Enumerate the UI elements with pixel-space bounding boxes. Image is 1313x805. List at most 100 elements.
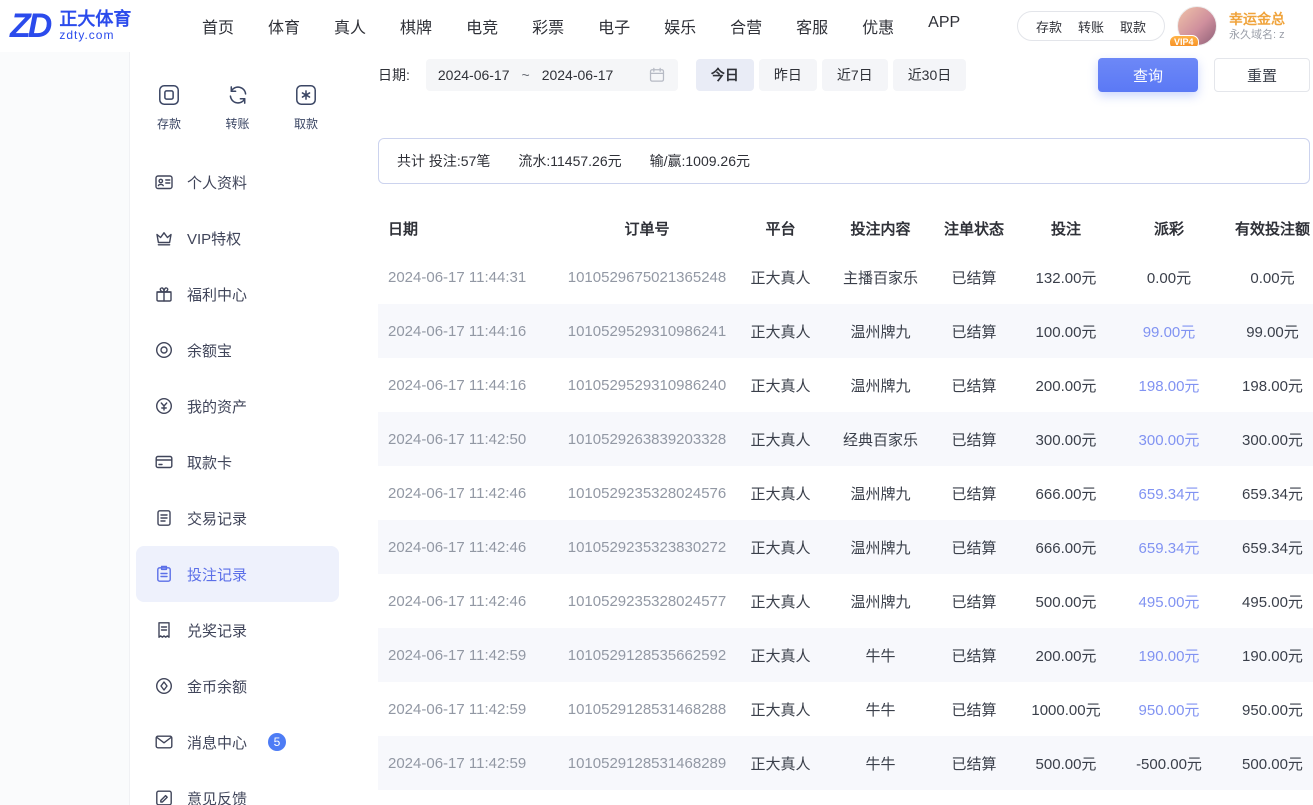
cell-bet-amount: 200.00元 (1015, 628, 1117, 682)
cell-status: 已结算 (933, 358, 1015, 412)
cell-order-number: 1010529235328024576 (561, 466, 733, 520)
cell-platform: 正大真人 (733, 250, 828, 304)
table-row: 2024-06-17 11:42:59 1010529128531468288 … (378, 682, 1313, 736)
nav-item-3[interactable]: 棋牌 (400, 14, 432, 38)
summary-part-1: 流水:11457.26元 (518, 151, 621, 171)
date-to-value: 2024-06-17 (542, 67, 614, 83)
crown-icon (154, 228, 174, 248)
sidebar-item-3[interactable]: 余额宝 (136, 322, 339, 378)
cell-platform: 正大真人 (733, 466, 828, 520)
cell-order-number: 1010529675021365248 (561, 250, 733, 304)
sidebar-item-0[interactable]: 个人资料 (136, 154, 339, 210)
sidebar-item-9[interactable]: 金币余额 (136, 658, 339, 714)
quick-action-label: 存款 (157, 115, 181, 132)
avatar[interactable]: VIP4 (1177, 6, 1217, 46)
range-button-1[interactable]: 昨日 (759, 59, 817, 91)
cell-valid-bet: 198.00元 (1221, 358, 1313, 412)
quick-action-2[interactable]: 取款 (293, 82, 319, 132)
cell-platform: 正大真人 (733, 736, 828, 790)
nav-item-6[interactable]: 电子 (598, 14, 630, 38)
cell-bet-content: 温州牌九 (828, 574, 933, 628)
table-row: 2024-06-17 11:42:59 1010529128535662592 … (378, 628, 1313, 682)
sidebar-item-label: 意见反馈 (187, 788, 247, 805)
transfer-icon (225, 82, 251, 108)
cell-bet-content: 温州牌九 (828, 304, 933, 358)
sidebar-item-1[interactable]: VIP特权 (136, 210, 339, 266)
cell-status: 已结算 (933, 412, 1015, 466)
sidebar-item-2[interactable]: 福利中心 (136, 266, 339, 322)
cell-order-number: 1010529263839203328 (561, 412, 733, 466)
cell-order-number: 1010529128535662592 (561, 628, 733, 682)
cell-platform: 正大真人 (733, 520, 828, 574)
wallet-link-1[interactable]: 转账 (1078, 17, 1104, 36)
cell-platform: 正大真人 (733, 358, 828, 412)
sidebar-item-4[interactable]: 我的资产 (136, 378, 339, 434)
sidebar-item-7[interactable]: 投注记录 (136, 546, 339, 602)
cell-bet-content: 牛牛 (828, 682, 933, 736)
date-range-input[interactable]: 2024-06-17 ~ 2024-06-17 (426, 59, 678, 91)
filter-row: 日期: 2024-06-17 ~ 2024-06-17 今日昨日近7日近30日 … (378, 58, 1310, 92)
nav-item-7[interactable]: 娱乐 (664, 14, 696, 38)
sidebar-menu: 个人资料VIP特权福利中心余额宝我的资产取款卡交易记录投注记录兑奖记录金币余额消… (130, 154, 347, 805)
quick-action-label: 取款 (294, 115, 318, 132)
nav-item-11[interactable]: APP (928, 14, 960, 38)
column-header-7: 有效投注额 (1221, 206, 1313, 250)
sidebar-item-label: 兑奖记录 (187, 620, 247, 641)
nav-item-2[interactable]: 真人 (334, 14, 366, 38)
cell-date: 2024-06-17 11:44:16 (378, 304, 561, 358)
nav-item-0[interactable]: 首页 (202, 14, 234, 38)
cell-bet-amount: 666.00元 (1015, 466, 1117, 520)
table-row: 2024-06-17 11:42:46 1010529235328024577 … (378, 574, 1313, 628)
column-header-3: 投注内容 (828, 206, 933, 250)
reset-button[interactable]: 重置 (1214, 58, 1310, 92)
nav-item-1[interactable]: 体育 (268, 14, 300, 38)
sidebar-item-11[interactable]: 意见反馈 (136, 770, 339, 805)
range-button-3[interactable]: 近30日 (893, 59, 967, 91)
nav-item-4[interactable]: 电竞 (466, 14, 498, 38)
brand-domain: zdty.com (59, 29, 131, 43)
permanent-domain-label: 永久域名: z (1229, 28, 1303, 42)
nav-item-10[interactable]: 优惠 (862, 14, 894, 38)
cell-bet-amount: 1000.00元 (1015, 682, 1117, 736)
cell-bet-amount: 300.00元 (1015, 412, 1117, 466)
summary-part-2: 输/赢:1009.26元 (650, 151, 750, 171)
sidebar-item-10[interactable]: 消息中心5 (136, 714, 339, 770)
mail-icon (154, 732, 174, 752)
date-from-value: 2024-06-17 (438, 67, 510, 83)
range-button-2[interactable]: 近7日 (822, 59, 888, 91)
table-row: 2024-06-17 11:42:46 1010529235323830272 … (378, 520, 1313, 574)
cell-valid-bet: 500.00元 (1221, 736, 1313, 790)
quick-action-0[interactable]: 存款 (156, 82, 182, 132)
wallet-link-0[interactable]: 存款 (1036, 17, 1062, 36)
sidebar-item-5[interactable]: 取款卡 (136, 434, 339, 490)
user-name: 幸运金总 (1229, 10, 1303, 28)
brand-logo[interactable]: ZD 正大体育 zdty.com (10, 9, 178, 43)
table-row: 2024-06-17 11:44:31 1010529675021365248 … (378, 250, 1313, 304)
cell-date: 2024-06-17 11:44:16 (378, 358, 561, 412)
sidebar-item-label: 投注记录 (187, 564, 247, 585)
cell-bet-content: 牛牛 (828, 736, 933, 790)
cell-order-number: 1010529529310986240 (561, 358, 733, 412)
bank-card-icon (154, 452, 174, 472)
table-header-row: 日期订单号平台投注内容注单状态投注派彩有效投注额 (378, 206, 1313, 250)
quick-action-1[interactable]: 转账 (225, 82, 251, 132)
cell-payout: 659.34元 (1117, 520, 1221, 574)
sidebar-item-6[interactable]: 交易记录 (136, 490, 339, 546)
summary-part-0: 共计 投注:57笔 (397, 151, 490, 171)
nav-item-9[interactable]: 客服 (796, 14, 828, 38)
cell-date: 2024-06-17 11:42:46 (378, 520, 561, 574)
nav-item-5[interactable]: 彩票 (532, 14, 564, 38)
wallet-link-2[interactable]: 取款 (1120, 17, 1146, 36)
column-header-6: 派彩 (1117, 206, 1221, 250)
withdraw-icon (293, 82, 319, 108)
range-button-0[interactable]: 今日 (696, 59, 754, 91)
bet-records-table: 日期订单号平台投注内容注单状态投注派彩有效投注额 2024-06-17 11:4… (378, 206, 1313, 790)
user-meta[interactable]: 幸运金总 永久域名: z (1229, 10, 1303, 42)
main-panel: 日期: 2024-06-17 ~ 2024-06-17 今日昨日近7日近30日 … (347, 52, 1313, 805)
column-header-0: 日期 (378, 206, 561, 250)
table-row: 2024-06-17 11:42:50 1010529263839203328 … (378, 412, 1313, 466)
sidebar-item-8[interactable]: 兑奖记录 (136, 602, 339, 658)
coin-icon (154, 340, 174, 360)
query-button[interactable]: 查询 (1098, 58, 1198, 92)
nav-item-8[interactable]: 合营 (730, 14, 762, 38)
